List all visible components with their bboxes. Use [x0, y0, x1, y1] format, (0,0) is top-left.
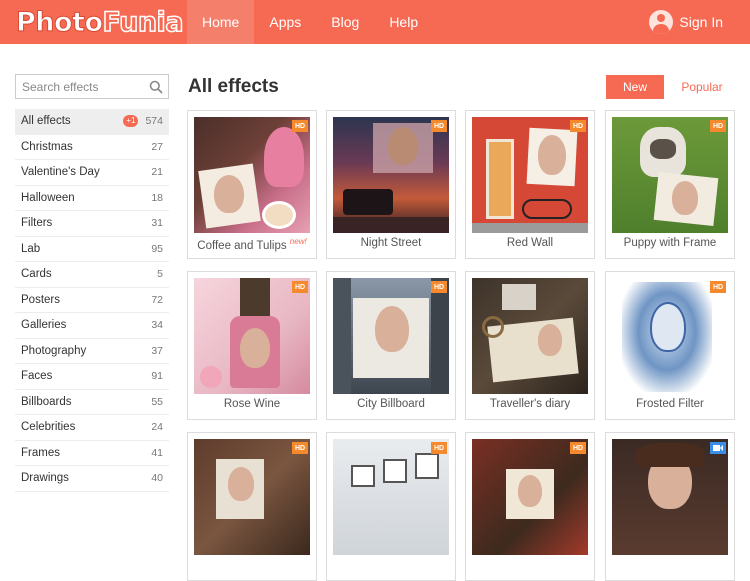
nav-help[interactable]: Help — [374, 0, 433, 44]
category-lab[interactable]: Lab 95 — [15, 237, 169, 262]
effect-card-night-street[interactable]: HD Night Street — [326, 110, 456, 259]
effect-label: Frosted Filter — [636, 398, 704, 410]
category-frames[interactable]: Frames 41 — [15, 441, 169, 466]
nav-home[interactable]: Home — [187, 0, 255, 44]
category-filters[interactable]: Filters 31 — [15, 211, 169, 237]
effect-thumbnail: HD — [333, 278, 449, 394]
hd-badge: HD — [292, 442, 308, 454]
hd-badge: HD — [292, 281, 308, 293]
effect-card-travellers-diary[interactable]: Traveller's diary — [465, 271, 595, 420]
new-tag: new! — [289, 237, 307, 246]
effect-label: City Billboard — [357, 398, 425, 410]
category-halloween[interactable]: Halloween 18 — [15, 186, 169, 211]
effect-thumbnail: HD — [612, 117, 728, 233]
category-all-effects[interactable]: All effects +1 574 — [15, 109, 169, 135]
header-bar: Photo Funia Home Apps Blog Help Sign In — [0, 0, 750, 44]
hd-badge: HD — [710, 120, 726, 132]
effect-card-coffee-and-tulips[interactable]: HD Coffee and Tulips new! — [187, 110, 317, 259]
effect-card-row3-4[interactable] — [605, 432, 735, 581]
nav-apps[interactable]: Apps — [254, 0, 316, 44]
hd-badge: HD — [570, 442, 586, 454]
effect-thumbnail: HD — [472, 117, 588, 233]
category-posters[interactable]: Posters 72 — [15, 288, 169, 313]
video-effect-icon — [710, 442, 726, 454]
effect-thumbnail: HD — [194, 439, 310, 555]
photofunia-logo[interactable]: Photo Funia — [16, 6, 185, 39]
effect-label: Red Wall — [506, 237, 554, 249]
effect-thumbnail: HD — [194, 278, 310, 394]
effect-card-row3-3[interactable]: HD — [465, 432, 595, 581]
sign-in-button[interactable]: Sign In — [649, 8, 723, 36]
new-count-badge: +1 — [123, 115, 139, 128]
effect-label: Traveller's diary — [489, 398, 571, 410]
effect-label: Coffee and Tulips new! — [197, 237, 307, 252]
hd-badge: HD — [292, 120, 308, 132]
effect-thumbnail: HD — [194, 117, 310, 233]
sort-popular-button[interactable]: Popular — [674, 75, 730, 99]
nav-blog[interactable]: Blog — [316, 0, 374, 44]
effect-label: Puppy with Frame — [623, 237, 717, 249]
sign-in-label: Sign In — [679, 14, 723, 30]
hd-badge: HD — [431, 120, 447, 132]
hd-badge: HD — [570, 120, 586, 132]
category-billboards[interactable]: Billboards 55 — [15, 390, 169, 415]
effect-label: Rose Wine — [223, 398, 281, 410]
effect-label: Night Street — [360, 237, 422, 249]
effect-thumbnail — [612, 439, 728, 555]
search-input[interactable] — [16, 75, 141, 98]
search-icon[interactable] — [149, 80, 163, 94]
hd-badge: HD — [710, 281, 726, 293]
category-christmas[interactable]: Christmas 27 — [15, 135, 169, 160]
category-list: All effects +1 574 Christmas 27 Valentine'… — [15, 109, 169, 492]
sort-new-button[interactable]: New — [606, 75, 664, 99]
page-title: All effects — [188, 76, 279, 97]
effect-thumbnail: HD — [333, 439, 449, 555]
category-faces[interactable]: Faces 91 — [15, 364, 169, 390]
user-avatar-icon — [649, 10, 674, 34]
effect-card-rose-wine[interactable]: HD Rose Wine — [187, 271, 317, 420]
category-cards[interactable]: Cards 5 — [15, 262, 169, 288]
effect-card-row3-1[interactable]: HD — [187, 432, 317, 581]
effect-card-red-wall[interactable]: HD Red Wall — [465, 110, 595, 259]
effect-card-row3-2[interactable]: HD — [326, 432, 456, 581]
main-nav: Home Apps Blog Help — [187, 0, 433, 44]
effect-thumbnail: HD — [472, 439, 588, 555]
effect-thumbnail: HD — [333, 117, 449, 233]
category-photography[interactable]: Photography 37 — [15, 339, 169, 364]
effect-thumbnail: HD — [612, 278, 728, 394]
category-drawings[interactable]: Drawings 40 — [15, 466, 169, 492]
category-galleries[interactable]: Galleries 34 — [15, 313, 169, 339]
search-box — [15, 74, 169, 99]
category-celebrities[interactable]: Celebrities 24 — [15, 415, 169, 441]
effect-card-puppy-with-frame[interactable]: HD Puppy with Frame — [605, 110, 735, 259]
hd-badge: HD — [431, 281, 447, 293]
hd-badge: HD — [431, 442, 447, 454]
effect-thumbnail — [472, 278, 588, 394]
category-valentines-day[interactable]: Valentine's Day 21 — [15, 160, 169, 186]
effect-card-city-billboard[interactable]: HD City Billboard — [326, 271, 456, 420]
effect-card-frosted-filter[interactable]: HD Frosted Filter — [605, 271, 735, 420]
